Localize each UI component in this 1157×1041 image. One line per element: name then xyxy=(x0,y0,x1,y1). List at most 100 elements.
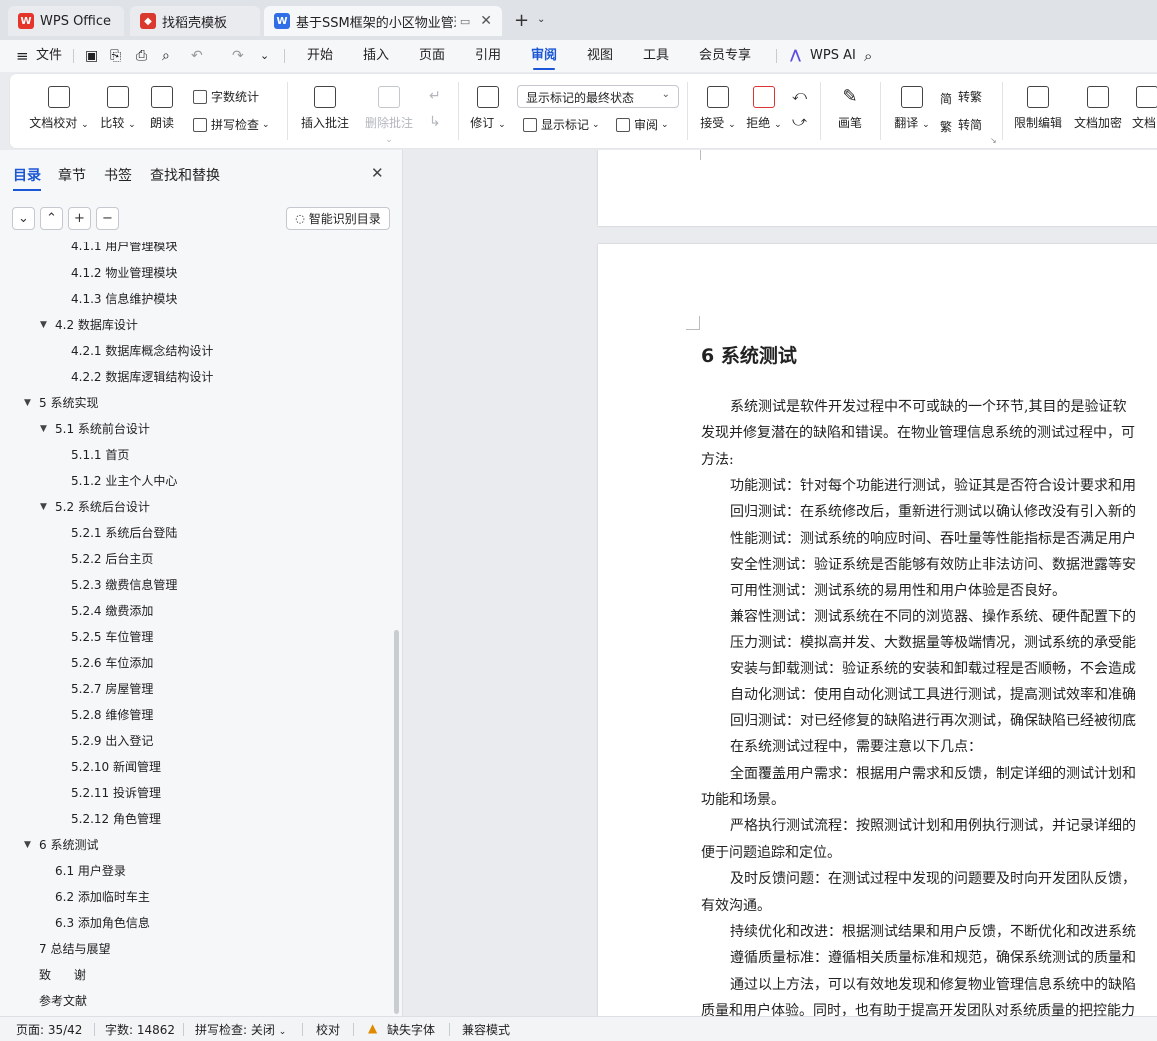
undo-icon[interactable]: ↶ xyxy=(191,40,203,72)
toc-item[interactable]: 4.2.1 数据库概念结构设计 xyxy=(71,341,213,361)
more-chevron-icon[interactable]: ⌄ xyxy=(260,40,269,72)
proofread-button[interactable]: 校对 xyxy=(316,1021,340,1038)
print-icon[interactable]: ⎙ xyxy=(136,40,147,72)
search-icon[interactable]: ⌕ xyxy=(864,40,872,72)
collapse-up-button[interactable]: ⌃ xyxy=(40,207,63,230)
expand-triangle-icon[interactable]: ▼ xyxy=(24,835,31,855)
tab-wps-office[interactable]: W WPS Office xyxy=(8,6,124,36)
menu-tools[interactable]: 工具 xyxy=(643,40,669,72)
toc-item[interactable]: 参考文献 xyxy=(39,991,87,1011)
spell-check-button[interactable]: 拼写检查 ⌄ xyxy=(193,116,270,133)
delete-comment-button[interactable]: 删除批注 ⌄ xyxy=(360,86,418,145)
menu-member[interactable]: 会员专享 xyxy=(699,40,751,72)
toc-item[interactable]: 6.2 添加临时车主 xyxy=(55,887,150,907)
toc-item[interactable]: 5.2.7 房屋管理 xyxy=(71,679,153,699)
insert-comment-button[interactable]: 插入批注 xyxy=(298,86,352,131)
toc-item[interactable]: 5 系统实现 xyxy=(39,393,98,413)
toc-item[interactable]: 5.2.8 维修管理 xyxy=(71,705,153,725)
expand-triangle-icon[interactable]: ▼ xyxy=(40,315,47,335)
smart-toc-button[interactable]: ◌ 智能识别目录 xyxy=(286,207,390,230)
reject-button[interactable]: 拒绝 ⌄ xyxy=(744,86,784,131)
toc-item[interactable]: 6.1 用户登录 xyxy=(55,861,126,881)
toc-item[interactable]: 4.1.2 物业管理模块 xyxy=(71,263,177,283)
toc-item[interactable]: 5.2.6 车位添加 xyxy=(71,653,153,673)
track-changes-button[interactable]: 修订 ⌄ xyxy=(468,86,508,131)
save-icon[interactable]: ▣ xyxy=(85,40,98,72)
doc-check-button[interactable]: 文档校对 ⌄ xyxy=(28,86,90,131)
next-change-icon[interactable]: ⤻ xyxy=(792,114,807,130)
toc-item[interactable]: 5.1.1 首页 xyxy=(71,445,129,465)
tab-find-replace[interactable]: 查找和替换 xyxy=(150,165,220,185)
page-indicator[interactable]: 页面: 35/42 xyxy=(16,1021,82,1038)
new-tab-icon[interactable]: + xyxy=(514,10,529,31)
collapse-down-button[interactable]: ⌄ xyxy=(12,207,35,230)
prev-change-icon[interactable]: ⤺ xyxy=(792,88,807,104)
close-pane-icon[interactable]: ✕ xyxy=(371,164,384,182)
word-count-indicator[interactable]: 字数: 14862 xyxy=(105,1021,175,1038)
toc-item[interactable]: 5.2.12 角色管理 xyxy=(71,809,161,829)
redo-icon[interactable]: ↷ xyxy=(232,40,244,72)
missing-font-button[interactable]: 缺失字体 xyxy=(387,1021,435,1038)
tab-toc[interactable]: 目录 xyxy=(13,165,41,191)
toc-item[interactable]: 5.2.2 后台主页 xyxy=(71,549,153,569)
encrypt-button[interactable]: 文档加密 xyxy=(1072,86,1124,131)
word-count-button[interactable]: 字数统计 xyxy=(193,88,259,105)
to-traditional-button[interactable]: 简转繁 xyxy=(940,88,982,106)
toc-item[interactable]: 5.2.11 投诉管理 xyxy=(71,783,161,803)
tab-sections[interactable]: 章节 xyxy=(58,165,86,185)
add-heading-button[interactable]: + xyxy=(68,207,91,230)
toc-item[interactable]: 5.1.2 业主个人中心 xyxy=(71,471,177,491)
menu-view[interactable]: 视图 xyxy=(587,40,613,72)
display-state-select[interactable]: 显示标记的最终状态 ⌄ xyxy=(517,85,679,108)
restrict-edit-button[interactable]: 限制编辑 xyxy=(1012,86,1064,131)
toc-item[interactable]: 5.2.10 新闻管理 xyxy=(71,757,161,777)
doc-more-button[interactable]: 文档 xyxy=(1132,86,1157,131)
menu-review[interactable]: 审阅 xyxy=(531,40,557,72)
next-comment-icon[interactable]: ↳ xyxy=(429,114,441,130)
toc-item[interactable]: 5.2.4 缴费添加 xyxy=(71,601,153,621)
toc-item[interactable]: 5.2.1 系统后台登陆 xyxy=(71,523,177,543)
translate-button[interactable]: 翻译 ⌄ xyxy=(892,86,932,131)
toc-item[interactable]: 4.1.1 用户管理模块 xyxy=(71,242,177,256)
toc-item[interactable]: 6 系统测试 xyxy=(39,835,98,855)
compare-button[interactable]: 比较 ⌄ xyxy=(96,86,140,131)
expand-triangle-icon[interactable]: ▼ xyxy=(24,393,31,413)
remove-heading-button[interactable]: − xyxy=(96,207,119,230)
toc-item[interactable]: 致 谢 xyxy=(39,965,86,985)
toc-item[interactable]: 4.2.2 数据库逻辑结构设计 xyxy=(71,367,213,387)
expand-triangle-icon[interactable]: ▼ xyxy=(40,419,47,439)
dialog-launcher-icon[interactable]: ↘ xyxy=(990,136,997,145)
pen-button[interactable]: ✎ 画笔 xyxy=(834,86,866,131)
menu-references[interactable]: 引用 xyxy=(475,40,501,72)
toc-item[interactable]: 4.1.3 信息维护模块 xyxy=(71,289,177,309)
print-preview-icon[interactable]: ⌕ xyxy=(162,40,170,72)
tab-document[interactable]: W 基于SSM框架的小区物业管理 ▭ ✕ xyxy=(264,6,502,36)
toc-item[interactable]: 7 总结与展望 xyxy=(39,939,110,959)
toc-item[interactable]: 5.1 系统前台设计 xyxy=(55,419,150,439)
toc-item[interactable]: 5.2 系统后台设计 xyxy=(55,497,150,517)
menu-home[interactable]: 开始 xyxy=(307,40,333,72)
tab-docer-templates[interactable]: ◆ 找稻壳模板 xyxy=(130,6,260,36)
spell-check-indicator[interactable]: 拼写检查: 关闭 ⌄ xyxy=(195,1021,286,1038)
toc-item[interactable]: 5.2.9 出入登记 xyxy=(71,731,153,751)
show-markup-button[interactable]: 显示标记 ⌄ xyxy=(523,116,600,133)
menu-wps-ai[interactable]: WPS AI xyxy=(810,40,856,72)
close-tab-icon[interactable]: ✕ xyxy=(480,13,492,29)
prev-comment-icon[interactable]: ↵ xyxy=(429,88,441,104)
toc-item[interactable]: 6.3 添加角色信息 xyxy=(55,913,150,933)
menu-page[interactable]: 页面 xyxy=(419,40,445,72)
to-simplified-button[interactable]: 繁转简 xyxy=(940,116,982,134)
menu-insert[interactable]: 插入 xyxy=(363,40,389,72)
export-pdf-icon[interactable]: ⎘ xyxy=(110,40,121,72)
toc-item[interactable]: 5.2.5 车位管理 xyxy=(71,627,153,647)
toc-item[interactable]: 4.2 数据库设计 xyxy=(55,315,138,335)
expand-triangle-icon[interactable]: ▼ xyxy=(40,497,47,517)
tab-bookmarks[interactable]: 书签 xyxy=(104,165,132,185)
document-page[interactable]: 6 系统测试 系统测试是软件开发过程中不可或缺的一个环节,其目的是验证软 发现并… xyxy=(598,244,1157,1016)
toc-scrollbar[interactable] xyxy=(394,630,399,1014)
hamburger-icon[interactable]: ≡ xyxy=(16,40,29,72)
accept-button[interactable]: 接受 ⌄ xyxy=(698,86,738,131)
toc-item[interactable]: 5.2.3 缴费信息管理 xyxy=(71,575,177,595)
menu-file[interactable]: 文件 xyxy=(36,40,62,72)
chevron-down-icon[interactable]: ⌄ xyxy=(537,14,545,25)
